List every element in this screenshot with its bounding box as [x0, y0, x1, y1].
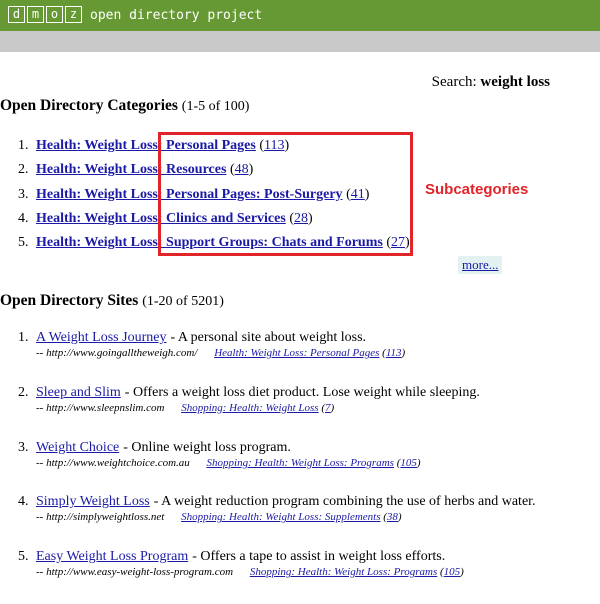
- item-number: 5.: [18, 549, 29, 565]
- list-item: 5. Easy Weight Loss Program - Offers a t…: [18, 549, 464, 579]
- item-number: 4.: [18, 211, 29, 227]
- site-description: - Online weight loss program.: [123, 439, 291, 455]
- category-path: Health: Weight Loss:: [36, 138, 163, 154]
- sites-count: (1-20 of 5201): [142, 294, 224, 309]
- logo-text: open directory project: [90, 8, 263, 23]
- site-title-link[interactable]: Weight Choice: [36, 440, 119, 456]
- categories-count: (1-5 of 100): [181, 99, 250, 114]
- site-category-link[interactable]: Shopping: Health: Weight Loss: Supplemen…: [181, 511, 380, 523]
- site-category-count-link[interactable]: 7: [325, 402, 331, 414]
- site-category-count-link[interactable]: 38: [387, 511, 398, 523]
- site-title-link[interactable]: Simply Weight Loss: [36, 494, 150, 510]
- site-category-link[interactable]: Shopping: Health: Weight Loss: [181, 402, 318, 414]
- more-link[interactable]: more...: [462, 257, 498, 272]
- site-title-link[interactable]: Easy Weight Loss Program: [36, 549, 188, 565]
- site-title-link[interactable]: Sleep and Slim: [36, 385, 121, 401]
- site-url: -- http://www.goingalltheweigh.com/: [36, 347, 198, 359]
- item-number: 5.: [18, 235, 29, 251]
- logo-letter: z: [65, 6, 82, 23]
- item-number: 1.: [18, 330, 29, 345]
- more-categories: more...: [458, 256, 503, 274]
- site-url: -- http://www.easy-weight-loss-program.c…: [36, 566, 234, 579]
- subcategory-highlight-box: [158, 132, 413, 256]
- site-url: -- http://www.weightchoice.com.au: [36, 456, 190, 469]
- list-item: 2. Sleep and Slim - Offers a weight loss…: [18, 384, 480, 414]
- item-number: 3.: [18, 186, 29, 202]
- sites-heading: Open Directory Sites (1-20 of 5201): [0, 292, 224, 310]
- site-description: - A weight reduction program combining t…: [153, 494, 536, 510]
- category-path: Health: Weight Loss:: [36, 235, 163, 251]
- site-category-count-link[interactable]: 105: [444, 566, 461, 578]
- site-category-count-link[interactable]: 113: [386, 347, 402, 359]
- site-description: - Offers a tape to assist in weight loss…: [192, 549, 446, 565]
- category-path: Health: Weight Loss:: [36, 162, 163, 178]
- item-number: 3.: [18, 439, 29, 455]
- category-path: Health: Weight Loss:: [36, 186, 163, 202]
- sites-title: Open Directory Sites: [0, 292, 139, 309]
- logo-letter: o: [46, 6, 63, 23]
- logo-letter: d: [8, 6, 25, 23]
- categories-heading: Open Directory Categories (1-5 of 100): [0, 97, 249, 115]
- site-category-link[interactable]: Shopping: Health: Weight Loss: Programs: [250, 566, 437, 578]
- item-number: 2.: [18, 162, 29, 178]
- site-title-link[interactable]: A Weight Loss Journey: [36, 330, 166, 346]
- list-item: 3. Weight Choice - Online weight loss pr…: [18, 439, 421, 469]
- item-number: 1.: [18, 138, 29, 154]
- search-summary: Search: weight loss: [432, 74, 550, 91]
- categories-title: Open Directory Categories: [0, 97, 178, 114]
- search-query: weight loss: [480, 74, 550, 90]
- list-item: 1. A Weight Loss Journey - A personal si…: [18, 330, 406, 359]
- site-category-link[interactable]: Shopping: Health: Weight Loss: Programs: [207, 457, 394, 469]
- header-bar: d m o z open directory project: [0, 0, 600, 31]
- site-url: -- http://www.sleepnslim.com: [36, 401, 165, 414]
- site-category-link[interactable]: Health: Weight Loss: Personal Pages: [214, 347, 379, 359]
- dmoz-logo[interactable]: d m o z: [8, 6, 82, 23]
- site-url: -- http://simplyweightloss.net: [36, 511, 165, 524]
- category-path: Health: Weight Loss:: [36, 211, 163, 227]
- list-item: 4. Simply Weight Loss - A weight reducti…: [18, 494, 536, 524]
- nav-bar: [0, 31, 600, 52]
- subcategories-annotation: Subcategories: [425, 181, 529, 198]
- search-label: Search:: [431, 74, 477, 90]
- item-number: 4.: [18, 494, 29, 510]
- site-description: - A personal site about weight loss.: [170, 330, 367, 345]
- logo-letter: m: [27, 6, 44, 23]
- item-number: 2.: [18, 384, 29, 400]
- site-description: - Offers a weight loss diet product. Los…: [124, 384, 480, 400]
- site-category-count-link[interactable]: 105: [400, 457, 417, 469]
- site-list: 1. A Weight Loss Journey - A personal si…: [18, 330, 536, 604]
